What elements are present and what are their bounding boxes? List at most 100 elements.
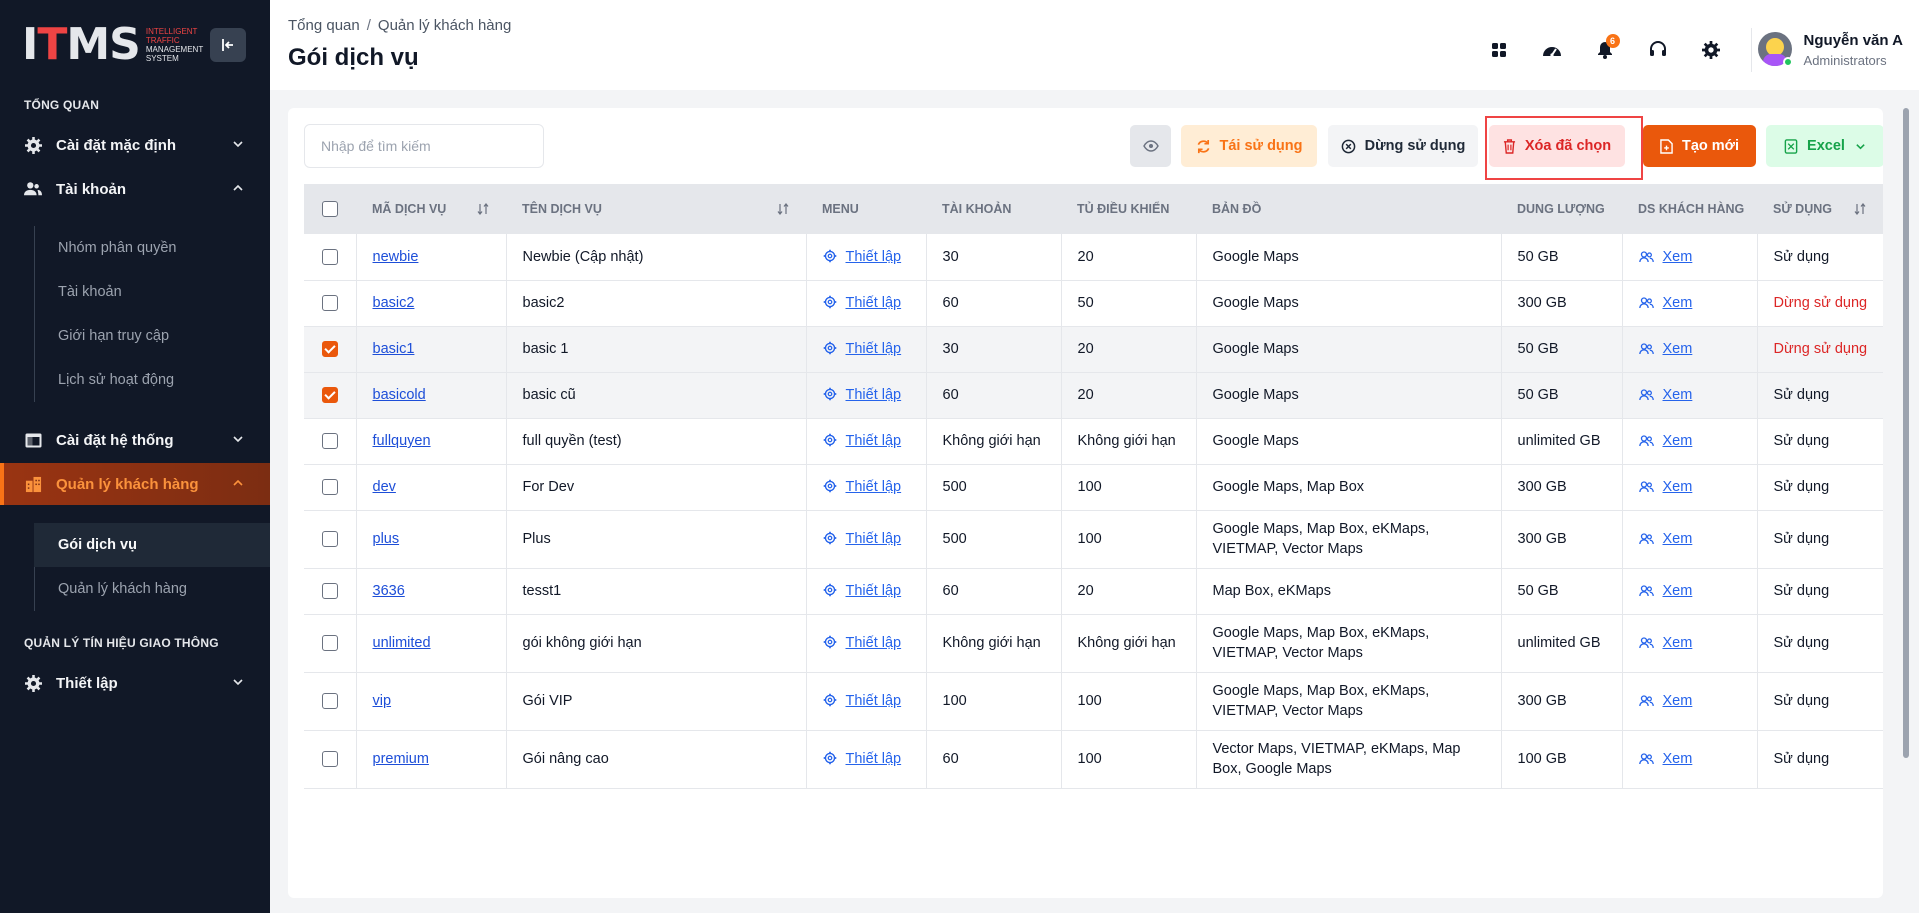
- sidebar-subitem-service-packages[interactable]: Gói dịch vụ: [34, 523, 270, 567]
- row-checkbox[interactable]: [322, 693, 338, 710]
- menu-setup-link[interactable]: Thiết lập: [846, 479, 902, 495]
- view-customers-link[interactable]: Xem: [1663, 635, 1693, 651]
- sidebar-item-customer-management[interactable]: Quản lý khách hàng: [0, 463, 270, 505]
- service-code-link[interactable]: plus: [373, 531, 400, 547]
- row-checkbox[interactable]: [322, 531, 338, 548]
- table-row[interactable]: unlimited gói không giới hạn Thiết lập Khôn…: [304, 614, 1883, 673]
- chevron-down-icon: [233, 141, 243, 148]
- menu-setup-link[interactable]: Thiết lập: [846, 341, 902, 357]
- sidebar-subitem-permission-groups[interactable]: Nhóm phân quyền: [34, 226, 270, 270]
- table-row[interactable]: plus Plus Thiết lập 500 100 Google Maps, Map …: [304, 510, 1883, 569]
- view-customers-link[interactable]: Xem: [1663, 341, 1693, 357]
- view-customers-link[interactable]: Xem: [1663, 693, 1693, 709]
- table-row[interactable]: basic2 basic2 Thiết lập 60 50 Google Maps 300 …: [304, 280, 1883, 327]
- view-customers-link[interactable]: Xem: [1663, 433, 1693, 449]
- sidebar-subitem-customer-management[interactable]: Quản lý khách hàng: [34, 567, 270, 611]
- table-row[interactable]: premium Gói nâng cao Thiết lập 60 100 Vector …: [304, 730, 1883, 789]
- service-code-link[interactable]: newbie: [373, 249, 419, 265]
- table-body: newbie Newbie (Cập nhật) Thiết lập 30 20 Goog…: [304, 234, 1883, 789]
- view-customers-link[interactable]: Xem: [1663, 583, 1693, 599]
- sidebar-subitem-activity-history[interactable]: Lịch sử hoạt động: [34, 358, 270, 402]
- cell-maps: Google Maps, Map Box, eKMaps, VIETMAP, V…: [1196, 510, 1502, 569]
- table-row[interactable]: 3636 tesst1 Thiết lập 60 20 Map Box, eKMaps 50…: [304, 568, 1883, 615]
- table-row[interactable]: basicold basic cũ Thiết lập 60 20 Google Maps…: [304, 372, 1883, 419]
- sidebar-item-accounts[interactable]: Tài khoản: [0, 168, 270, 210]
- menu-setup-link[interactable]: Thiết lập: [846, 583, 902, 599]
- menu-setup-link[interactable]: Thiết lập: [846, 433, 902, 449]
- sidebar-item-system-settings[interactable]: Cài đặt hệ thống: [0, 419, 270, 461]
- toggle-columns-button[interactable]: [1130, 125, 1171, 167]
- view-customers-link[interactable]: Xem: [1663, 479, 1693, 495]
- sidebar-item-setup[interactable]: Thiết lập: [0, 662, 270, 704]
- service-code-link[interactable]: fullquyen: [373, 433, 431, 449]
- breadcrumb-item-customer-management[interactable]: Quản lý khách hàng: [378, 17, 511, 34]
- delete-selected-button[interactable]: Xóa đã chọn: [1489, 125, 1625, 167]
- view-customers-link[interactable]: Xem: [1663, 249, 1693, 265]
- view-customers-link[interactable]: Xem: [1663, 751, 1693, 767]
- table-row[interactable]: vip Gói VIP Thiết lập 100 100 Google Maps, Ma…: [304, 672, 1883, 731]
- sidebar-subitem-accounts[interactable]: Tài khoản: [34, 270, 270, 314]
- select-all-checkbox[interactable]: [322, 201, 338, 217]
- cell-menu: Thiết lập: [806, 730, 927, 789]
- notifications-button[interactable]: 6: [1587, 32, 1623, 68]
- stop-using-button[interactable]: Dừng sử dụng: [1328, 125, 1478, 167]
- row-checkbox[interactable]: [322, 751, 338, 768]
- col-header-name[interactable]: TÊN DỊCH VỤ: [506, 184, 806, 234]
- sidebar-subitem-access-limits[interactable]: Giới hạn truy cập: [34, 314, 270, 358]
- col-header-status[interactable]: SỬ DỤNG: [1757, 184, 1883, 234]
- service-code-link[interactable]: basic2: [373, 295, 415, 311]
- row-checkbox[interactable]: [322, 583, 338, 600]
- cell-status: Sử dụng: [1757, 372, 1883, 419]
- view-customers-link[interactable]: Xem: [1663, 295, 1693, 311]
- service-code-link[interactable]: basic1: [373, 341, 415, 357]
- service-code-link[interactable]: dev: [373, 479, 396, 495]
- search-input[interactable]: [304, 124, 544, 168]
- menu-setup-link[interactable]: Thiết lập: [846, 531, 902, 547]
- menu-setup-link[interactable]: Thiết lập: [846, 693, 902, 709]
- col-header-storage: DUNG LƯỢNG: [1501, 184, 1622, 234]
- service-code-link[interactable]: basicold: [373, 387, 426, 403]
- row-checkbox[interactable]: [322, 341, 338, 358]
- row-checkbox[interactable]: [322, 479, 338, 496]
- settings-button[interactable]: [1693, 32, 1729, 68]
- table-row[interactable]: basic1 basic 1 Thiết lập 30 20 Google Maps 50 …: [304, 326, 1883, 373]
- sidebar-item-default-settings[interactable]: Cài đặt mặc định: [0, 124, 270, 166]
- table-row[interactable]: dev For Dev Thiết lập 500 100 Google Maps, Ma…: [304, 464, 1883, 511]
- collapse-sidebar-button[interactable]: [210, 28, 246, 62]
- section-label-overview: TỔNG QUAN: [24, 98, 100, 112]
- user-menu[interactable]: Nguyễn văn A Administrators: [1757, 32, 1903, 68]
- cell-maps: Google Maps: [1196, 372, 1502, 419]
- row-checkbox[interactable]: [322, 248, 338, 265]
- cell-menu: Thiết lập: [806, 326, 927, 373]
- create-new-button[interactable]: Tạo mới: [1643, 125, 1756, 167]
- row-checkbox[interactable]: [322, 433, 338, 450]
- row-checkbox[interactable]: [322, 295, 338, 312]
- table-row[interactable]: fullquyen full quyền (test) Thiết lập Không…: [304, 418, 1883, 465]
- service-code-link[interactable]: 3636: [373, 583, 405, 599]
- gear-icon: [24, 674, 42, 692]
- menu-setup-link[interactable]: Thiết lập: [846, 387, 902, 403]
- apps-button[interactable]: [1481, 32, 1517, 68]
- reuse-button[interactable]: Tái sử dụng: [1181, 125, 1317, 167]
- row-checkbox[interactable]: [322, 635, 338, 652]
- table-row[interactable]: newbie Newbie (Cập nhật) Thiết lập 30 20 Goog…: [304, 234, 1883, 281]
- menu-setup-link[interactable]: Thiết lập: [846, 249, 902, 265]
- col-header-code[interactable]: MÃ DỊCH VỤ: [356, 184, 506, 234]
- service-packages-table: MÃ DỊCH VỤ TÊN DỊCH VỤ MENU TÀI KHOẢN TỦ…: [304, 184, 1883, 789]
- view-customers-link[interactable]: Xem: [1663, 531, 1693, 547]
- menu-setup-link[interactable]: Thiết lập: [846, 635, 902, 651]
- service-code-link[interactable]: premium: [373, 751, 429, 767]
- page-scrollbar-thumb[interactable]: [1903, 108, 1909, 758]
- service-code-link[interactable]: unlimited: [373, 635, 431, 651]
- settings-icon: [823, 693, 837, 707]
- breadcrumb-item-overview[interactable]: Tổng quan: [288, 17, 360, 34]
- service-code-link[interactable]: vip: [373, 693, 392, 709]
- excel-label: Excel: [1807, 138, 1845, 154]
- view-customers-link[interactable]: Xem: [1663, 387, 1693, 403]
- menu-setup-link[interactable]: Thiết lập: [846, 751, 902, 767]
- excel-export-button[interactable]: Excel: [1766, 125, 1883, 167]
- dashboard-button[interactable]: [1534, 32, 1570, 68]
- menu-setup-link[interactable]: Thiết lập: [846, 295, 902, 311]
- row-checkbox[interactable]: [322, 387, 338, 404]
- support-button[interactable]: [1640, 32, 1676, 68]
